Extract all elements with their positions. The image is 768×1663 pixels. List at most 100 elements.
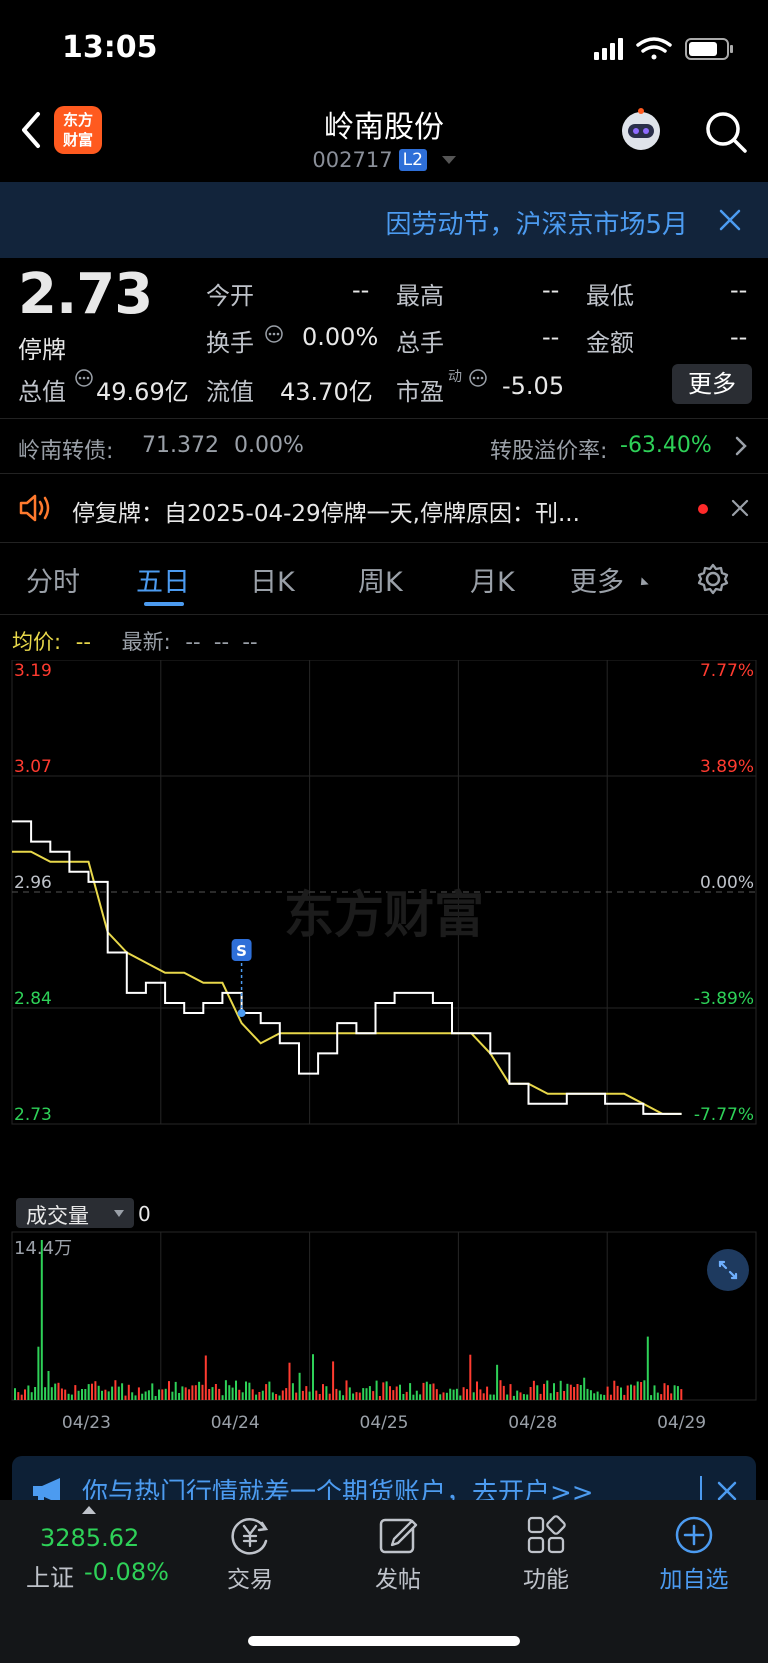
volume-bar <box>255 1394 258 1400</box>
volume-bar <box>609 1394 612 1400</box>
volume-bar <box>496 1364 499 1400</box>
volume-bar <box>462 1387 465 1400</box>
volume-bar <box>114 1380 117 1400</box>
info-icon[interactable] <box>468 368 488 388</box>
volume-bar <box>121 1383 124 1400</box>
volume-bar <box>482 1393 485 1400</box>
volume-bar <box>322 1384 324 1400</box>
x-tick-label: 04/23 <box>62 1413 111 1433</box>
bottom-tab-trade[interactable]: 交易 <box>190 1510 310 1594</box>
mktcap-label: 总值 <box>18 378 66 406</box>
volume-bar <box>559 1380 562 1400</box>
volume-bar <box>315 1390 318 1400</box>
volume-bar <box>54 1383 57 1400</box>
bottom-tab-functions[interactable]: 功能 <box>486 1510 606 1594</box>
convertible-bond-row[interactable]: 岭南转债: 71.372 0.00% 转股溢价率: -63.40% <box>0 419 768 473</box>
low-label: 最低 <box>586 282 634 310</box>
bottom-tab-add-watchlist[interactable]: 加自选 <box>634 1510 754 1594</box>
volume-bar <box>338 1390 341 1400</box>
volume-bar <box>308 1391 311 1400</box>
volume-bar <box>516 1390 519 1400</box>
volume-bar <box>64 1389 67 1400</box>
volume-bar <box>295 1392 298 1400</box>
volume-bar <box>352 1393 355 1400</box>
status-icons <box>594 37 733 60</box>
volume-bar <box>543 1383 545 1400</box>
volume-bar <box>415 1390 418 1400</box>
close-icon[interactable] <box>716 1480 738 1502</box>
volume-bar <box>593 1393 596 1400</box>
volume-bar <box>94 1381 97 1400</box>
info-icon[interactable] <box>264 324 284 344</box>
tab-monthly-k[interactable]: 月K <box>470 560 515 599</box>
index-value[interactable]: 3285.62 <box>40 1524 139 1552</box>
fullscreen-icon[interactable] <box>706 1248 750 1292</box>
volume-bar <box>479 1389 482 1400</box>
y-tick-left: 3.07 <box>14 757 52 777</box>
volume-bar <box>429 1384 432 1400</box>
status-time: 13:05 <box>62 30 158 65</box>
info-icon[interactable] <box>74 368 94 388</box>
trading-state: 停牌 <box>18 336 66 364</box>
turnover-label: 换手 <box>206 329 254 357</box>
volume-bar <box>372 1391 375 1400</box>
volume-bar <box>211 1387 214 1400</box>
volume-bar <box>298 1372 301 1400</box>
wifi-icon <box>636 37 672 60</box>
volume-bar <box>529 1387 532 1400</box>
tab-weekly-k[interactable]: 周K <box>358 560 403 599</box>
volume-bar <box>626 1385 629 1400</box>
volume-bar <box>613 1380 616 1400</box>
chart-legend: 均价: -- 最新: -- -- -- <box>12 626 258 656</box>
bottom-tab-label: 发帖 <box>375 1567 421 1593</box>
volume-bar <box>389 1386 391 1400</box>
volume-bar <box>20 1394 23 1400</box>
volume-bar <box>198 1381 201 1400</box>
volume-bar <box>519 1392 522 1400</box>
expand-up-icon[interactable] <box>82 1506 96 1514</box>
volume-label: 总手 <box>396 329 444 357</box>
tab-more[interactable]: 更多 <box>570 560 624 599</box>
stock-code[interactable]: 002717 L2 <box>0 148 768 172</box>
volume-chart[interactable]: 04/23 04/24 04/25 04/28 04/29 <box>0 1228 768 1450</box>
close-icon[interactable] <box>718 208 742 232</box>
volume-indicator-selector[interactable]: 成交量 <box>16 1198 134 1228</box>
volume-bar <box>281 1390 284 1400</box>
volume-bar <box>405 1391 408 1400</box>
tab-intraday[interactable]: 分时 <box>26 560 80 599</box>
volume-bar <box>362 1388 365 1400</box>
volume-bar <box>412 1394 415 1400</box>
volume-bar <box>633 1385 636 1400</box>
volume-value: 0 <box>138 1202 151 1226</box>
volume-bar <box>127 1384 130 1400</box>
close-icon[interactable] <box>730 498 750 518</box>
announcement-banner[interactable]: 因劳动节，沪深京市场5月 <box>0 182 768 258</box>
tab-five-day[interactable]: 五日 <box>136 560 190 599</box>
volume-bar <box>312 1354 314 1400</box>
price-chart[interactable]: 东方财富 S 3.19 7.77% 3.07 3.89% 2.96 0.00% 2.84 -3… <box>0 660 768 1200</box>
more-button[interactable]: 更多 <box>672 364 752 404</box>
volume-bar <box>238 1389 241 1400</box>
volume-bar <box>70 1394 73 1400</box>
volume-bar <box>181 1386 184 1400</box>
volume-bar <box>291 1383 294 1400</box>
volume-bar <box>124 1395 127 1400</box>
sell-marker[interactable]: S <box>231 939 252 1018</box>
settings-gear-icon[interactable] <box>696 562 730 596</box>
notice-text: 停复牌：自2025-04-29停牌一天,停牌原因：刊... <box>72 501 580 527</box>
current-price: 2.73 <box>18 262 153 327</box>
volume-bar <box>630 1384 632 1400</box>
bottom-tab-post[interactable]: 发帖 <box>338 1510 458 1594</box>
volume-bar <box>30 1392 33 1400</box>
volume-bar <box>663 1383 666 1400</box>
yen-icon <box>231 1518 269 1555</box>
volume-bar <box>332 1361 335 1400</box>
volume-bar <box>620 1387 622 1400</box>
suspension-notice[interactable]: 停复牌：自2025-04-29停牌一天,停牌原因：刊... <box>0 474 768 542</box>
volume-label: 成交量 <box>26 1204 89 1228</box>
volume-bar <box>549 1393 552 1400</box>
volume-bar <box>445 1392 448 1400</box>
tab-daily-k[interactable]: 日K <box>250 560 295 599</box>
volume-bar <box>228 1385 231 1400</box>
avg-label: 均价: <box>12 630 62 654</box>
